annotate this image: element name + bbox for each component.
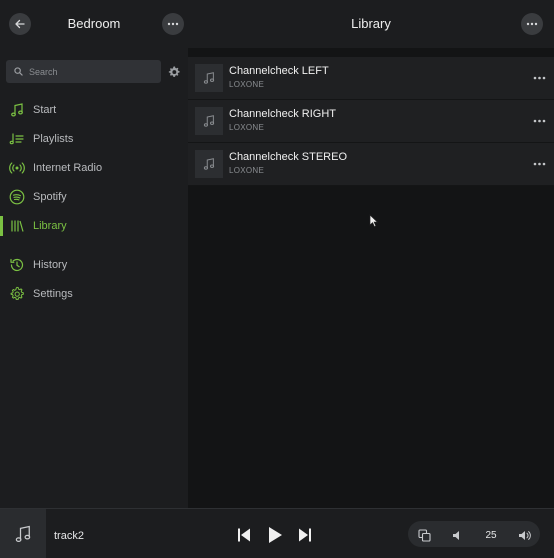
search-input[interactable]: Search	[6, 60, 161, 83]
sidebar-item-label: Settings	[33, 288, 73, 300]
spotify-icon	[9, 189, 25, 205]
sidebar-item-history[interactable]: History	[0, 251, 188, 279]
sidebar-item-label: Playlists	[33, 133, 74, 145]
radio-waves-icon	[9, 162, 25, 174]
more-horizontal-icon	[533, 162, 545, 166]
volume-down-button[interactable]	[450, 526, 464, 544]
library-header: Library	[188, 0, 554, 48]
search-placeholder: Search	[29, 66, 58, 77]
track-title: Channelcheck LEFT	[229, 65, 329, 77]
sidebar-item-label: Internet Radio	[33, 162, 103, 174]
sidebar-item-library[interactable]: Library	[0, 212, 188, 240]
skip-previous-icon	[238, 528, 250, 542]
track-title: Channelcheck STEREO	[229, 151, 347, 163]
more-horizontal-icon	[533, 119, 545, 123]
now-playing-artwork[interactable]	[0, 509, 46, 558]
library-panel: Library Channelcheck LEFT LOXONE Channel…	[188, 0, 554, 508]
previous-button[interactable]	[235, 526, 253, 544]
volume-down-icon	[453, 530, 459, 540]
volume-up-button[interactable]	[516, 526, 532, 544]
gear-icon[interactable]	[167, 65, 181, 79]
track-more-button[interactable]	[531, 157, 547, 171]
group-zones-button[interactable]	[416, 526, 432, 544]
mouse-cursor-icon	[369, 214, 379, 228]
group-zones-icon	[417, 528, 431, 542]
play-icon	[269, 527, 282, 543]
sidebar-item-playlists[interactable]: Playlists	[0, 125, 188, 153]
music-note-icon	[203, 115, 215, 127]
more-horizontal-icon	[533, 76, 545, 80]
playlist-icon	[9, 133, 24, 145]
zone-more-button[interactable]	[162, 13, 184, 35]
sidebar-item-label: Spotify	[33, 191, 67, 203]
sidebar-item-label: History	[33, 259, 68, 271]
music-note-icon	[11, 103, 23, 117]
volume-value: 25	[485, 530, 497, 541]
sidebar-item-internet-radio[interactable]: Internet Radio	[0, 154, 188, 182]
zone-title: Bedroom	[67, 16, 121, 31]
sidebar-item-label: Start	[33, 104, 57, 116]
now-playing-title[interactable]: track2	[54, 530, 84, 542]
list-item[interactable]: Channelcheck LEFT LOXONE	[188, 57, 554, 100]
track-subtitle: LOXONE	[229, 80, 265, 89]
list-item[interactable]: Channelcheck RIGHT LOXONE	[188, 100, 554, 143]
sidebar-header: Bedroom	[0, 0, 188, 48]
track-more-button[interactable]	[531, 71, 547, 85]
active-indicator	[0, 216, 3, 236]
more-horizontal-icon	[167, 22, 179, 26]
back-button[interactable]	[9, 13, 31, 35]
arrow-left-icon	[15, 19, 25, 29]
list-item[interactable]: Channelcheck STEREO LOXONE	[188, 143, 554, 186]
music-note-icon	[15, 525, 31, 543]
page-title: Library	[351, 16, 391, 31]
track-thumbnail	[195, 150, 223, 178]
next-button[interactable]	[296, 526, 314, 544]
music-note-icon	[203, 158, 215, 170]
history-icon	[10, 258, 24, 272]
skip-next-icon	[299, 528, 311, 542]
sidebar-item-label: Library	[33, 220, 67, 232]
sidebar: Bedroom Search Start Playlists Internet …	[0, 0, 188, 508]
track-subtitle: LOXONE	[229, 166, 265, 175]
player-bar: track2 25	[0, 508, 554, 558]
track-subtitle: LOXONE	[229, 123, 265, 132]
search-icon	[14, 67, 23, 76]
sidebar-item-settings[interactable]: Settings	[0, 280, 188, 308]
track-more-button[interactable]	[531, 114, 547, 128]
track-title: Channelcheck RIGHT	[229, 108, 336, 120]
library-more-button[interactable]	[521, 13, 543, 35]
track-thumbnail	[195, 107, 223, 135]
sidebar-item-start[interactable]: Start	[0, 96, 188, 124]
more-horizontal-icon	[526, 22, 538, 26]
library-icon	[11, 220, 24, 232]
gear-icon	[10, 286, 24, 300]
sidebar-item-spotify[interactable]: Spotify	[0, 183, 188, 211]
volume-up-icon	[518, 530, 531, 540]
music-note-icon	[203, 72, 215, 84]
track-thumbnail	[195, 64, 223, 92]
play-button[interactable]	[266, 526, 284, 544]
